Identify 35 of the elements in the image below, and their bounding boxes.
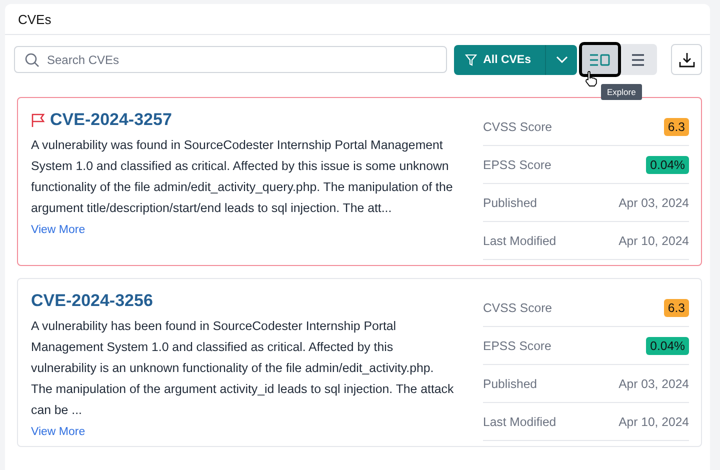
cve-id: CVE-2024-3257	[50, 110, 172, 130]
score-badge: 6.3	[664, 298, 689, 316]
metric-label: EPSS Score	[483, 338, 552, 352]
score-badge: 6.3	[664, 118, 689, 136]
panel-title: CVEs	[18, 12, 52, 26]
metric-label: Published	[483, 376, 538, 390]
view-more-link[interactable]: View More	[31, 426, 86, 438]
chevron-down-icon	[556, 56, 568, 63]
search-icon	[25, 53, 39, 67]
metric-label: CVSS Score	[483, 120, 552, 134]
download-icon	[678, 52, 694, 68]
view-more-link[interactable]: View More	[31, 224, 86, 236]
search-field[interactable]: Search CVEs	[14, 46, 448, 73]
metric-label: Last Modified	[483, 234, 556, 248]
metric-label: EPSS Score	[483, 158, 552, 172]
score-badge: 0.04%	[646, 156, 689, 174]
tooltip: Explore	[601, 84, 642, 100]
metric-value: Apr 10, 2024	[618, 234, 689, 248]
metric-label: Published	[483, 196, 538, 210]
split-view-icon	[590, 54, 610, 66]
view-toggle[interactable]	[581, 44, 619, 75]
flag-icon	[31, 113, 45, 127]
list-icon	[632, 54, 644, 66]
score-badge: 0.04%	[646, 336, 689, 354]
funnel-icon	[465, 54, 478, 66]
hand-cursor-icon	[585, 71, 597, 87]
cve-description: A vulnerability was found in SourceCodester Internship Portal Management System 1.0 and classified as critical. Affected by this issue is some unknown functionality of the file admin/edit_activity_query.php. The manipulation of the argument title/description/start/end leads to sql injection. The att...	[31, 137, 454, 217]
cve-description: A vulnerability has been found in SourceCodester Internship Portal Management System 1.0 and classified as critical. Affected by this vulnerability is an unknown functionality of the file admin/edit_activity.php. The manipulation of the argument activity_id leads to sql injection. The attack can be ...	[31, 318, 455, 419]
metric-label: Last Modified	[483, 414, 556, 428]
metric-value: Apr 03, 2024	[618, 196, 689, 210]
metric-label: CVSS Score	[483, 300, 552, 314]
metric-value: Apr 10, 2024	[618, 414, 689, 428]
cve-id: CVE-2024-3256	[31, 291, 153, 311]
metric-value: Apr 03, 2024	[618, 376, 689, 390]
download-button[interactable]	[671, 44, 702, 75]
